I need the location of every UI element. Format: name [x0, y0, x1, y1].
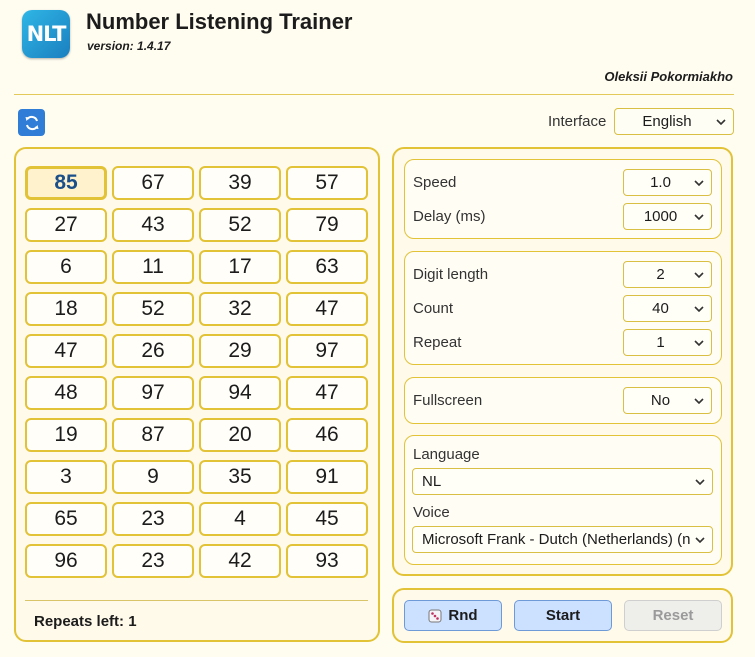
voice-select[interactable]: Microsoft Frank - Dutch (Netherlands) (n — [412, 526, 713, 553]
app-title: Number Listening Trainer — [86, 9, 353, 34]
delay-select-value: 1000 — [643, 208, 678, 225]
number-cell[interactable]: 32 — [199, 292, 281, 326]
number-cell[interactable]: 26 — [112, 334, 194, 368]
chevron-down-icon — [695, 478, 705, 485]
number-cell[interactable]: 35 — [199, 460, 281, 494]
number-cell[interactable]: 87 — [112, 418, 194, 452]
speed-select-value: 1.0 — [650, 174, 671, 191]
start-button[interactable]: Start — [514, 600, 612, 631]
digit-length-select[interactable]: 2 — [623, 261, 712, 288]
chevron-down-icon — [694, 397, 704, 404]
count-select[interactable]: 40 — [623, 295, 712, 322]
number-cell[interactable]: 79 — [286, 208, 368, 242]
number-cell[interactable]: 19 — [25, 418, 107, 452]
number-cell[interactable]: 9 — [112, 460, 194, 494]
language-select[interactable]: NL — [412, 468, 713, 495]
speed-label: Speed — [413, 174, 457, 191]
number-cell[interactable]: 20 — [199, 418, 281, 452]
chevron-down-icon — [695, 536, 705, 543]
number-cell[interactable]: 18 — [25, 292, 107, 326]
number-cell[interactable]: 6 — [25, 250, 107, 284]
number-cell[interactable]: 97 — [286, 334, 368, 368]
rnd-button[interactable]: Rnd — [404, 600, 502, 631]
interface-select-value: English — [642, 113, 692, 130]
repeats-left-text: Repeats left: 1 — [34, 613, 137, 630]
digit-length-label: Digit length — [413, 266, 489, 283]
number-cell[interactable]: 52 — [112, 292, 194, 326]
number-cell[interactable]: 97 — [112, 376, 194, 410]
number-cell[interactable]: 67 — [112, 166, 194, 200]
number-cell[interactable]: 43 — [112, 208, 194, 242]
number-cell[interactable]: 4 — [199, 502, 281, 536]
chevron-down-icon — [694, 179, 704, 186]
fullscreen-label: Fullscreen — [413, 392, 483, 409]
interface-select[interactable]: English — [614, 108, 734, 135]
number-cell[interactable]: 47 — [286, 376, 368, 410]
number-cell[interactable]: 39 — [199, 166, 281, 200]
number-cell-active[interactable]: 85 — [25, 166, 107, 200]
repeat-label: Repeat — [413, 334, 462, 351]
fullscreen-select-value: No — [650, 392, 671, 409]
chevron-down-icon — [716, 118, 726, 125]
number-cell[interactable]: 23 — [112, 502, 194, 536]
number-cell[interactable]: 45 — [286, 502, 368, 536]
dice-icon — [428, 609, 442, 622]
voice-select-value: Microsoft Frank - Dutch (Netherlands) (n — [422, 531, 690, 548]
number-cell[interactable]: 91 — [286, 460, 368, 494]
number-cell[interactable]: 65 — [25, 502, 107, 536]
number-cell[interactable]: 47 — [286, 292, 368, 326]
chevron-down-icon — [694, 271, 704, 278]
number-cell[interactable]: 48 — [25, 376, 107, 410]
number-cell[interactable]: 29 — [199, 334, 281, 368]
number-cell[interactable]: 46 — [286, 418, 368, 452]
reset-button-label: Reset — [652, 607, 694, 624]
app-version: version: 1.4.17 — [87, 39, 171, 53]
voice-label: Voice — [413, 504, 450, 521]
number-cell[interactable]: 93 — [286, 544, 368, 578]
number-cell[interactable]: 63 — [286, 250, 368, 284]
refresh-icon — [25, 115, 38, 130]
chevron-down-icon — [694, 213, 704, 220]
number-cell[interactable]: 3 — [25, 460, 107, 494]
language-label: Language — [413, 446, 480, 463]
delay-label: Delay (ms) — [413, 208, 486, 225]
chevron-down-icon — [694, 339, 704, 346]
number-cell[interactable]: 23 — [112, 544, 194, 578]
count-label: Count — [413, 300, 454, 317]
repeat-select[interactable]: 1 — [623, 329, 712, 356]
speed-select[interactable]: 1.0 — [623, 169, 712, 196]
number-cell[interactable]: 27 — [25, 208, 107, 242]
digit-length-select-value: 2 — [656, 266, 665, 283]
number-cell[interactable]: 47 — [25, 334, 107, 368]
app-logo: NLT — [22, 10, 70, 58]
number-cell[interactable]: 96 — [25, 544, 107, 578]
count-select-value: 40 — [652, 300, 669, 317]
number-cell[interactable]: 11 — [112, 250, 194, 284]
language-select-value: NL — [422, 473, 442, 490]
reset-button: Reset — [624, 600, 722, 631]
author-name: Oleksii Pokormiakho — [604, 69, 733, 84]
interface-label: Interface — [548, 113, 607, 130]
chevron-down-icon — [694, 305, 704, 312]
delay-select[interactable]: 1000 — [623, 203, 712, 230]
number-cell[interactable]: 52 — [199, 208, 281, 242]
number-cell[interactable]: 94 — [199, 376, 281, 410]
number-cell[interactable]: 42 — [199, 544, 281, 578]
start-button-label: Start — [545, 607, 581, 624]
refresh-button[interactable] — [18, 109, 45, 136]
rnd-button-label: Rnd — [448, 607, 478, 624]
repeat-select-value: 1 — [656, 334, 665, 351]
number-cell[interactable]: 57 — [286, 166, 368, 200]
number-cell[interactable]: 17 — [199, 250, 281, 284]
header-divider — [14, 94, 734, 95]
fullscreen-select[interactable]: No — [623, 387, 712, 414]
panel-divider — [25, 600, 368, 601]
